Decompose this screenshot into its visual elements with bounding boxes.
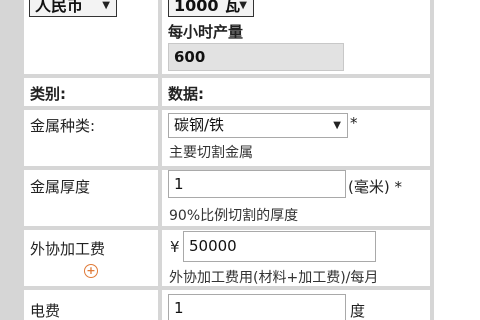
thickness-label-cell: 金属厚度 xyxy=(24,170,158,226)
electricity-data-cell: 1 度 xyxy=(162,290,430,320)
thickness-label: 金属厚度 xyxy=(30,178,91,196)
category-header: 类别: xyxy=(30,85,66,103)
outsourcing-label-cell: 外协加工费 + xyxy=(24,230,158,286)
data-header: 数据: xyxy=(168,85,204,103)
power-select-value: 1000 瓦 xyxy=(174,0,241,15)
page-margin xyxy=(434,0,480,320)
currency-select-value: 人民币 xyxy=(35,0,84,15)
thickness-input[interactable]: 1 xyxy=(168,170,346,198)
metal-type-label-cell: 金属种类: xyxy=(24,110,158,166)
currency-symbol: ¥ xyxy=(170,238,180,256)
metal-type-data-cell: 碳钢/铁 ▼ * 主要切割金属 xyxy=(162,110,430,166)
category-header-cell: 类别: xyxy=(24,78,158,106)
metal-type-label: 金属种类: xyxy=(30,117,96,135)
power-cell: 1000 瓦 ▼ 每小时产量 600 xyxy=(162,0,430,74)
electricity-unit: 度 xyxy=(350,302,366,320)
chevron-down-icon: ▼ xyxy=(239,0,247,11)
required-mark: * xyxy=(350,114,358,132)
electricity-label-cell: 电费 xyxy=(24,290,158,320)
thickness-data-cell: 1 (毫米) * 90%比例切割的厚度 xyxy=(162,170,430,226)
metal-type-select-value: 碳钢/铁 xyxy=(174,116,225,134)
data-header-cell: 数据: xyxy=(162,78,430,106)
outsourcing-hint: 外协加工费用(材料+加工费)/每月 xyxy=(169,270,379,286)
currency-select[interactable]: 人民币 ▼ xyxy=(29,0,117,17)
electricity-input[interactable]: 1 xyxy=(168,294,346,320)
thickness-hint: 90%比例切割的厚度 xyxy=(169,208,299,224)
metal-type-hint: 主要切割金属 xyxy=(169,145,253,161)
production-label: 每小时产量 xyxy=(168,23,244,41)
add-icon[interactable]: + xyxy=(84,264,98,278)
chevron-down-icon: ▼ xyxy=(102,0,110,11)
thickness-unit: (毫米) * xyxy=(348,178,402,196)
currency-cell: 人民币 ▼ xyxy=(24,0,158,74)
metal-type-select[interactable]: 碳钢/铁 ▼ xyxy=(168,113,348,138)
production-field: 600 xyxy=(168,43,344,71)
outsourcing-input[interactable]: 50000 xyxy=(183,231,376,262)
outsourcing-data-cell: ¥ 50000 外协加工费用(材料+加工费)/每月 xyxy=(162,230,430,286)
outsourcing-label: 外协加工费 xyxy=(30,240,106,258)
chevron-down-icon: ▼ xyxy=(333,120,341,131)
power-select[interactable]: 1000 瓦 ▼ xyxy=(168,0,254,17)
electricity-label: 电费 xyxy=(30,302,61,320)
